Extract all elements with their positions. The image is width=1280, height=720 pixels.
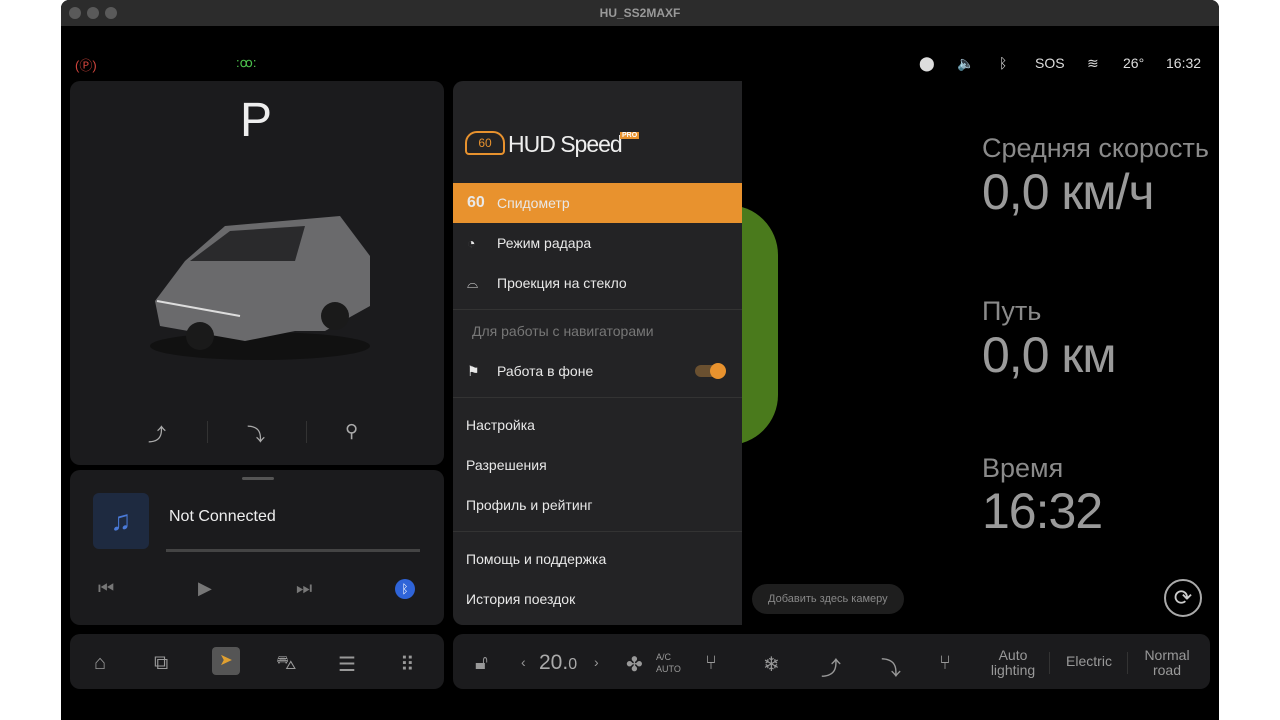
temp-decimal: 0 [568,656,578,673]
menu-item-radar[interactable]: ◔ Режим радара [453,223,742,263]
ac-auto-button[interactable]: A/C AUTO [656,651,681,675]
app-dock: ⌂ ⧉ ➤ ⛍ ☰ ⠿ [70,634,444,689]
divider [453,397,742,398]
climate-dock: 🔓︎ ‹ 20.0 › ✤ A/C AUTO ⑂ ❄ ⤴ ⤵ ⑂ Auto lig… [453,634,1210,689]
menu-item-help[interactable]: Помощь и поддержка [453,539,742,579]
hud-logo-icon: 60 [465,131,505,155]
sos-button[interactable]: SOS [1035,55,1065,71]
minimize-button[interactable] [87,7,99,19]
temp-main: 20. [539,651,569,674]
flag-icon: ⚑ [467,363,480,379]
menu-label: Режим радара [497,235,592,251]
car-image [145,206,375,366]
vehicle-panel: P ⤴ ⤵ ⚲ [70,81,444,465]
avg-speed-value: 0,0 км/ч [982,164,1155,220]
road-mode-button[interactable]: Normal road [1133,648,1201,678]
divider [1127,652,1128,674]
music-icon: ♫ [93,493,149,549]
avg-speed-label: Средняя скорость [982,133,1209,163]
navigation-icon[interactable]: ➤ [212,647,240,675]
divider [453,309,742,310]
clock: 16:32 [1166,55,1202,71]
lights-icon: :ꝏ: [236,55,257,70]
menu-label: Спидометр [497,195,570,211]
controls-icon[interactable]: ☰ [338,652,356,677]
parking-brake-icon: (Ⓟ) [75,58,97,73]
seat-ventilation-icon[interactable]: ⑂ [705,652,717,675]
auto-lighting-button[interactable]: Auto lighting [983,648,1043,678]
zoom-button[interactable] [105,7,117,19]
fan-icon[interactable]: ✤ [626,652,643,677]
bluetooth-icon[interactable]: ᛒ [999,55,1007,71]
front-trunk-icon[interactable]: ⤴ [148,421,166,447]
temperature: 26° [1123,55,1145,71]
tailgate-icon[interactable]: ⤵ [881,652,901,681]
title-bar: HU_SS2MAXF [61,0,1219,26]
distance-label: Путь [982,296,1042,326]
divider [207,421,208,443]
divider [1049,652,1050,674]
menu-item-trip-history[interactable]: История поездок [453,579,742,619]
app-window: HU_SS2MAXF (Ⓟ) :ꝏ: ⬤ 🔈 ᛒ SOS ≋ 26° 16:32… [61,0,1219,720]
car-icon[interactable]: ⛍ [276,652,297,677]
drag-handle[interactable] [242,477,274,480]
radar-icon: ◔ [467,235,476,251]
charge-port-icon[interactable]: ⚲ [345,421,358,442]
auto-label: AUTO [656,664,681,674]
close-button[interactable] [69,7,81,19]
bluetooth-media-icon[interactable]: ᛒ [395,579,415,599]
location-icon[interactable]: ⬤ [919,55,935,72]
menu-item-profile[interactable]: Профиль и рейтинг [453,485,742,525]
menu-label: Проекция на стекло [497,275,627,291]
play-icon[interactable]: ▶ [198,578,212,599]
tailgate-icon[interactable]: ⤵ [247,421,265,447]
pro-badge: PRO [620,132,640,139]
speed-60-icon: 60 [467,194,485,211]
ac-label: A/C [656,652,672,662]
next-track-icon[interactable]: ⏭ [296,578,312,599]
seat-heating-icon[interactable]: ⑂ [939,652,951,675]
menu-item-permissions[interactable]: Разрешения [453,445,742,485]
electric-mode-button[interactable]: Electric [1057,654,1121,669]
section-header: Для работы с навигаторами [472,323,654,339]
defrost-icon[interactable]: ❄ [763,652,780,677]
distance-value: 0,0 км [982,327,1117,383]
media-status: Not Connected [169,508,276,525]
media-card: ♫ Not Connected ⏮ ▶ ⏭ ᛒ [70,470,444,625]
menu-label: Работа в фоне [497,363,594,379]
previous-track-icon[interactable]: ⏮ [98,578,114,599]
hud-menu: 60 HUD Speed PRO 60 Спидометр ◔ Режим ра… [453,81,742,625]
home-icon[interactable]: ⌂ [94,652,106,675]
media-progress[interactable] [166,549,420,552]
divider [453,531,742,532]
window-title: HU_SS2MAXF [599,6,681,20]
apps-grid-icon[interactable]: ⠿ [400,652,415,677]
menu-item-background[interactable]: ⚑ Работа в фоне [453,351,742,391]
background-toggle[interactable] [695,363,726,379]
refresh-icon[interactable]: ⟳ [1164,579,1202,617]
gear-indicator: P [240,94,273,147]
screen-switch-icon[interactable]: ⧉ [154,652,168,675]
menu-item-projection[interactable]: ⌓ Проекция на стекло [453,263,742,303]
volume-icon[interactable]: 🔈 [957,55,974,72]
unlock-icon[interactable]: 🔓︎ [475,652,488,675]
wifi-icon: ≋ [1087,55,1099,71]
time-label: Время [982,453,1064,483]
front-trunk-icon[interactable]: ⤴ [821,652,841,681]
windshield-icon: ⌓ [467,275,479,291]
divider [306,421,307,443]
app-logo: HUD Speed [508,131,623,157]
time-value: 16:32 [982,483,1103,539]
menu-item-speedometer[interactable]: 60 Спидометр [453,183,742,223]
temp-decrease-button[interactable]: ‹ [521,654,526,670]
temp-increase-button[interactable]: › [594,654,599,670]
temperature-setting[interactable]: 20.0 [539,651,577,675]
add-camera-button[interactable]: Добавить здесь камеру [752,584,904,614]
menu-item-settings[interactable]: Настройка [453,405,742,445]
